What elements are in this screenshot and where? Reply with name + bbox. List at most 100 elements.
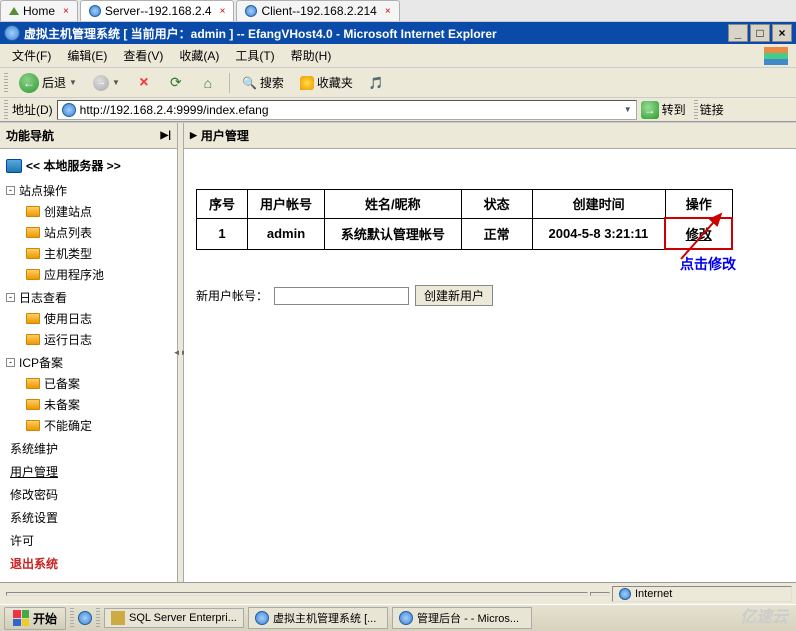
tree-leaf-icp-done[interactable]: 已备案 <box>26 373 171 394</box>
menu-tools[interactable]: 工具(T) <box>227 45 282 66</box>
leaf-label: 使用日志 <box>44 310 92 327</box>
search-button[interactable]: 🔍 搜索 <box>238 71 289 94</box>
address-label: 地址(D) <box>12 101 53 118</box>
close-icon[interactable]: × <box>385 6 391 17</box>
task-item-sql[interactable]: SQL Server Enterpri... <box>104 608 244 628</box>
task-item-admin[interactable]: 管理后台 - - Micros... <box>392 607 532 629</box>
maximize-button[interactable]: □ <box>750 24 770 42</box>
main-header: ▶ 用户管理 <box>184 123 796 149</box>
tree-leaf-create-site[interactable]: 创建站点 <box>26 201 171 222</box>
toolbar-handle[interactable] <box>4 73 8 93</box>
tree-leaf-icp-unknown[interactable]: 不能确定 <box>26 415 171 436</box>
favorites-button[interactable]: 收藏夹 <box>295 71 358 94</box>
home-button[interactable]: ⌂ <box>195 72 221 94</box>
tree-node-icp[interactable]: - ICP备案 <box>6 352 171 373</box>
close-icon[interactable]: × <box>63 6 69 17</box>
status-segment <box>590 592 610 596</box>
tree-leaf-app-pool[interactable]: 应用程序池 <box>26 264 171 285</box>
folder-icon <box>26 313 40 324</box>
session-tab-server[interactable]: Server--192.168.2.4 × <box>80 0 235 21</box>
links-label[interactable]: 链接 <box>700 101 724 118</box>
home-icon: ⌂ <box>200 75 216 91</box>
sidebar-toggle-icon[interactable]: ▶| <box>161 130 172 141</box>
new-user-form: 新用户帐号： 创建新用户 <box>196 285 784 306</box>
session-tab-home[interactable]: Home × <box>0 0 78 21</box>
modify-link[interactable]: 修改 <box>686 227 712 242</box>
task-item-vhost[interactable]: 虚拟主机管理系统 [... <box>248 607 388 629</box>
minimize-button[interactable]: _ <box>728 24 748 42</box>
collapse-icon[interactable]: - <box>6 293 15 302</box>
sidebar-server-header[interactable]: << 本地服务器 >> <box>6 157 171 174</box>
close-icon[interactable]: × <box>220 6 226 17</box>
tree-leaf-run-log[interactable]: 运行日志 <box>26 329 171 350</box>
nav-link-exit[interactable]: 退出系统 <box>6 553 171 574</box>
tree-leaf-host-type[interactable]: 主机类型 <box>26 243 171 264</box>
tree-leaf-usage-log[interactable]: 使用日志 <box>26 308 171 329</box>
th-created: 创建时间 <box>532 190 665 219</box>
table-header-row: 序号 用户帐号 姓名/昵称 状态 创建时间 操作 <box>197 190 733 219</box>
th-status: 状态 <box>461 190 532 219</box>
close-button[interactable]: × <box>772 24 792 42</box>
menu-favorites[interactable]: 收藏(A) <box>171 45 227 66</box>
standard-toolbar: ← 后退 ▼ → ▼ × ⟳ ⌂ 🔍 搜索 收藏夹 🎵 <box>0 68 796 98</box>
taskbar-handle[interactable] <box>70 608 74 628</box>
arrow-left-icon: ← <box>19 73 39 93</box>
start-label: 开始 <box>33 610 57 627</box>
nav-link-sysmaint[interactable]: 系统维护 <box>6 438 171 459</box>
nav-link-sysset[interactable]: 系统设置 <box>6 507 171 528</box>
address-input[interactable] <box>80 103 620 117</box>
globe-icon <box>619 588 631 600</box>
status-message <box>6 592 588 596</box>
chevron-down-icon[interactable]: ▼ <box>624 105 632 114</box>
back-button[interactable]: ← 后退 ▼ <box>14 70 82 96</box>
globe-icon <box>245 5 257 17</box>
menu-edit[interactable]: 编辑(E) <box>59 45 115 66</box>
tree-node-logs[interactable]: - 日志查看 <box>6 287 171 308</box>
new-user-input[interactable] <box>274 287 409 305</box>
favorites-label: 收藏夹 <box>317 74 353 91</box>
refresh-icon: ⟳ <box>168 75 184 91</box>
go-label[interactable]: 转到 <box>662 101 686 118</box>
sidebar-body: << 本地服务器 >> - 站点操作 创建站点 站点列表 主机类型 应用程序池 <box>0 149 177 582</box>
refresh-button[interactable]: ⟳ <box>163 72 189 94</box>
ie-logo <box>760 44 792 68</box>
main-area: ▶ 用户管理 序号 用户帐号 姓名/昵称 状态 创建时间 操作 1 admin … <box>184 123 796 582</box>
stop-icon: × <box>136 75 152 91</box>
taskbar-handle[interactable] <box>96 608 100 628</box>
chevron-down-icon: ▼ <box>112 78 120 87</box>
go-icon[interactable]: → <box>641 101 659 119</box>
globe-icon <box>89 5 101 17</box>
task-label: 管理后台 - - Micros... <box>417 610 519 626</box>
chevron-down-icon: ▼ <box>69 78 77 87</box>
watermark: 亿速云 <box>740 603 788 627</box>
cell-account: admin <box>248 218 325 249</box>
nav-link-changepw[interactable]: 修改密码 <box>6 484 171 505</box>
stop-button[interactable]: × <box>131 72 157 94</box>
folder-icon <box>26 399 40 410</box>
status-zone: Internet <box>612 586 792 602</box>
tree-leaf-site-list[interactable]: 站点列表 <box>26 222 171 243</box>
session-tab-client[interactable]: Client--192.168.2.214 × <box>236 0 399 21</box>
folder-icon <box>26 227 40 238</box>
menu-file[interactable]: 文件(F) <box>4 45 59 66</box>
menu-help[interactable]: 帮助(H) <box>283 45 340 66</box>
toolbar-handle[interactable] <box>4 100 8 120</box>
tree-label: 日志查看 <box>19 289 67 306</box>
nav-link-license[interactable]: 许可 <box>6 530 171 551</box>
quick-launch-icon[interactable] <box>78 611 92 625</box>
forward-button[interactable]: → ▼ <box>88 72 125 94</box>
start-button[interactable]: 开始 <box>4 607 66 630</box>
tree-label: ICP备案 <box>19 354 63 371</box>
collapse-icon[interactable]: - <box>6 186 15 195</box>
collapse-icon[interactable]: - <box>6 358 15 367</box>
back-label: 后退 <box>42 74 66 91</box>
media-button[interactable]: 🎵 <box>364 73 389 93</box>
tree-node-site[interactable]: - 站点操作 <box>6 180 171 201</box>
nav-link-usermgmt[interactable]: 用户管理 <box>6 461 171 482</box>
toolbar-handle[interactable] <box>694 100 698 120</box>
tree-leaf-icp-pending[interactable]: 未备案 <box>26 394 171 415</box>
create-user-button[interactable]: 创建新用户 <box>415 285 493 306</box>
separator <box>229 73 230 93</box>
sidebar-title: 功能导航 <box>6 127 54 144</box>
menu-view[interactable]: 查看(V) <box>115 45 171 66</box>
